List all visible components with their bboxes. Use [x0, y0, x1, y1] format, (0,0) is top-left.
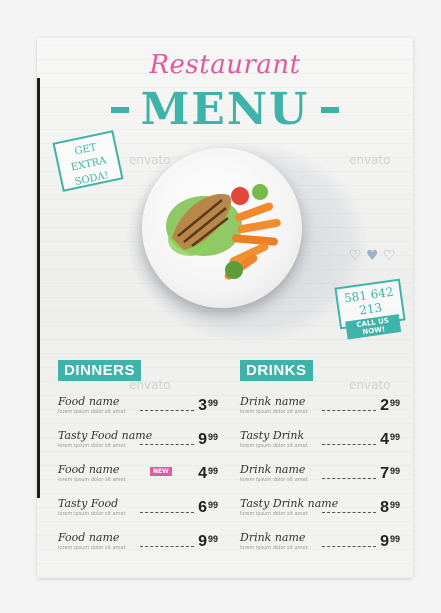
- item-description: lorem ipsum dolor sit amet: [58, 409, 126, 415]
- item-name: Tasty Drink: [240, 429, 305, 442]
- item-price: 2 99: [380, 397, 400, 415]
- item-text: Food name lorem ipsum dolor sit amet: [58, 396, 136, 416]
- item-name: Tasty Food name: [58, 429, 153, 442]
- restaurant-script-title: Restaurant: [149, 50, 301, 80]
- drinks-heading: DRINKS: [240, 360, 313, 381]
- item-price: 3 99: [198, 397, 218, 415]
- item-description: lorem ipsum dolor sit amet: [240, 409, 308, 415]
- list-item: Tasty Food lorem ipsum dolor sit amet 69…: [58, 491, 218, 525]
- menu-sheet: Restaurant MENU GET EXTRA SODA! envato e…: [37, 38, 413, 578]
- list-item: Drink name lorem ipsum dolor sit amet 99…: [240, 525, 400, 559]
- item-text: Drink name lorem ipsum dolor sit amet: [240, 464, 318, 484]
- price-whole: 3: [198, 397, 207, 414]
- extra-soda-stamp: GET EXTRA SODA!: [52, 130, 124, 192]
- drinks-section: DRINKS Drink name lorem ipsum dolor sit …: [240, 360, 400, 559]
- item-name: Food name: [58, 395, 120, 408]
- price-whole: 6: [198, 499, 207, 516]
- leader-dots: [322, 511, 377, 513]
- leader-dots: [140, 511, 195, 513]
- price-whole: 4: [198, 465, 207, 482]
- price-whole: 9: [198, 431, 207, 448]
- item-description: lorem ipsum dolor sit amet: [58, 545, 126, 551]
- leader-dots: [140, 545, 195, 547]
- list-item: Drink name lorem ipsum dolor sit amet 29…: [240, 389, 400, 423]
- list-item: Food name lorem ipsum dolor sit amet NEW…: [58, 457, 218, 491]
- leader-dots: [322, 443, 377, 445]
- item-description: lorem ipsum dolor sit amet: [58, 477, 126, 483]
- item-description: lorem ipsum dolor sit amet: [240, 477, 308, 483]
- item-description: lorem ipsum dolor sit amet: [58, 443, 126, 449]
- drinks-list: Drink name lorem ipsum dolor sit amet 29…: [240, 389, 400, 559]
- leader-dots: [322, 409, 377, 411]
- price-cents: 99: [207, 534, 218, 544]
- item-name: Food name: [58, 531, 120, 544]
- list-item: Food name lorem ipsum dolor sit amet 3 99: [58, 389, 218, 423]
- watermark-text: envato: [349, 153, 391, 167]
- price-whole: 8: [380, 499, 389, 516]
- price-cents: 99: [207, 398, 218, 408]
- item-price: 8 99: [380, 499, 400, 517]
- price-cents: 99: [389, 398, 400, 408]
- price-whole: 9: [380, 533, 389, 550]
- item-price: 9 99: [198, 533, 218, 551]
- dinners-section: DINNERS Food name lorem ipsum dolor sit …: [58, 360, 218, 559]
- list-item: Tasty Drink name lorem ipsum dolor sit a…: [240, 491, 400, 525]
- list-item: Drink name lorem ipsum dolor sit amet 79…: [240, 457, 400, 491]
- plate-food-illustration: [166, 184, 281, 280]
- menu-title: MENU: [140, 84, 310, 135]
- price-whole: 2: [380, 397, 389, 414]
- new-badge: NEW: [150, 467, 172, 476]
- price-whole: 9: [198, 533, 207, 550]
- price-cents: 99: [207, 500, 218, 510]
- sheet-shadow-edge: [37, 78, 40, 498]
- leader-dots: [140, 409, 195, 411]
- item-price: 9 99: [198, 431, 218, 449]
- list-item: Food name lorem ipsum dolor sit amet 9 99: [58, 525, 218, 559]
- item-price: 9 99: [380, 533, 400, 551]
- item-description: lorem ipsum dolor sit amet: [240, 511, 308, 517]
- menu-title-row: MENU: [37, 84, 413, 135]
- item-price: 4 99: [198, 465, 218, 483]
- price-whole: 4: [380, 431, 389, 448]
- price-cents: 99: [389, 432, 400, 442]
- price-cents: 99: [207, 466, 218, 476]
- price-whole: 7: [380, 465, 389, 482]
- price-cents: 99: [389, 466, 400, 476]
- list-item: Tasty Drink lorem ipsum dolor sit amet 4…: [240, 423, 400, 457]
- leader-dots: [140, 443, 195, 445]
- item-text: Tasty Drink name lorem ipsum dolor sit a…: [240, 497, 339, 518]
- food-plate-image: [142, 148, 302, 308]
- item-name: Food name: [58, 463, 120, 476]
- item-text: Food name lorem ipsum dolor sit amet: [58, 532, 136, 552]
- item-name: Drink name: [240, 463, 306, 476]
- phone-badge: 581 642 213 CALL US NOW!: [334, 278, 406, 340]
- item-text: Tasty Drink lorem ipsum dolor sit amet: [240, 430, 318, 450]
- leader-dots: [322, 545, 377, 547]
- item-text: Drink name lorem ipsum dolor sit amet: [240, 532, 318, 552]
- price-cents: 99: [389, 500, 400, 510]
- title-dash-right: [321, 106, 340, 113]
- item-price: 6 99: [198, 499, 218, 517]
- leader-dots: [322, 477, 377, 479]
- item-name: Drink name: [240, 395, 306, 408]
- dinners-heading: DINNERS: [58, 360, 142, 381]
- item-description: lorem ipsum dolor sit amet: [58, 511, 126, 517]
- item-name: Tasty Drink name: [240, 497, 339, 510]
- item-text: Food name lorem ipsum dolor sit amet: [58, 464, 136, 484]
- item-description: lorem ipsum dolor sit amet: [240, 443, 308, 449]
- item-text: Tasty Food lorem ipsum dolor sit amet: [58, 498, 136, 518]
- item-name: Drink name: [240, 531, 306, 544]
- item-price: 7 99: [380, 465, 400, 483]
- item-text: Drink name lorem ipsum dolor sit amet: [240, 396, 318, 416]
- dinners-list: Food name lorem ipsum dolor sit amet 3 99…: [58, 389, 218, 559]
- list-item: Tasty Food name lorem ipsum dolor sit am…: [58, 423, 218, 457]
- item-text: Tasty Food name lorem ipsum dolor sit am…: [58, 429, 153, 450]
- price-cents: 99: [207, 432, 218, 442]
- price-cents: 99: [389, 534, 400, 544]
- title-dash-left: [110, 106, 129, 113]
- item-description: lorem ipsum dolor sit amet: [240, 545, 308, 551]
- item-price: 4 99: [380, 431, 400, 449]
- item-name: Tasty Food: [58, 497, 119, 510]
- heart-doodle-icon: ♡ ♥ ♡: [349, 248, 396, 264]
